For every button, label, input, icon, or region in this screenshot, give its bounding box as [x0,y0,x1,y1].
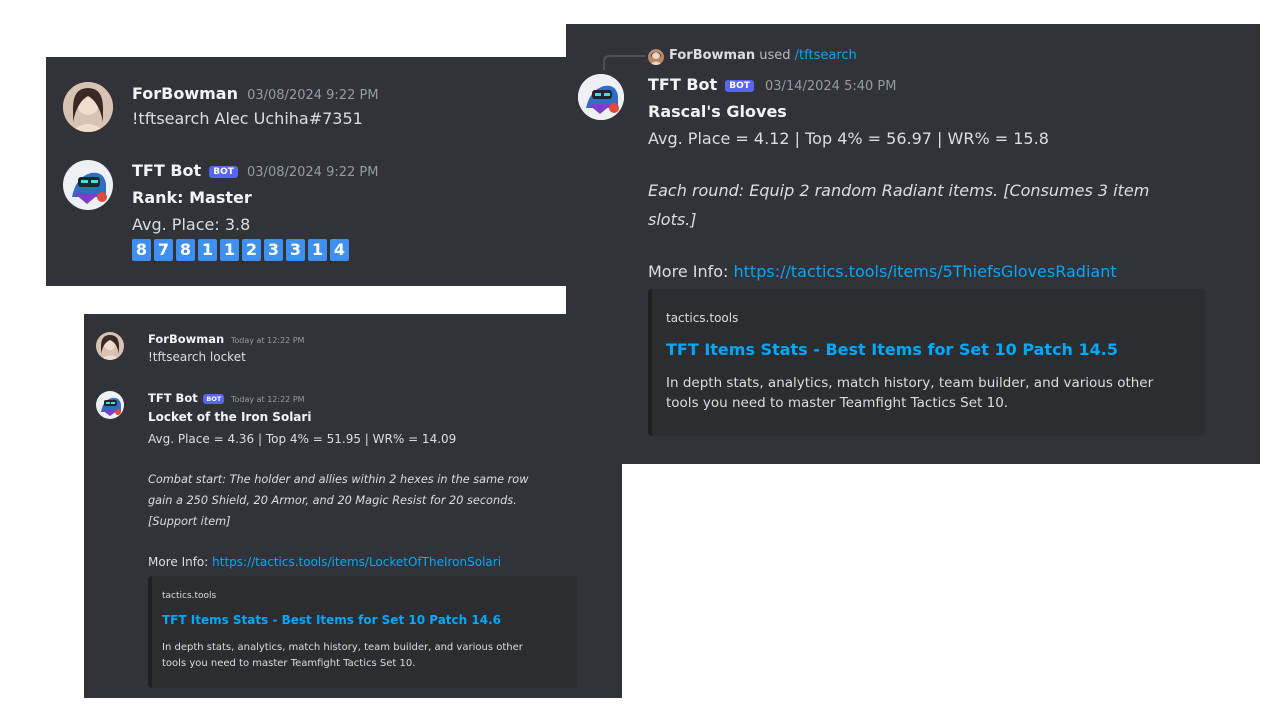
robot-avatar[interactable] [63,160,113,210]
placement-history: 8781123314 [132,239,349,261]
robot-avatar[interactable] [96,391,124,419]
message-timestamp: 03/08/2024 9:22 PM [247,165,379,180]
embed-site-name[interactable]: tactics.tools [162,591,216,601]
message-text: !tftsearch locket [148,350,246,364]
reply-username[interactable]: ForBowman [669,48,755,63]
message-timestamp: Today at 12:22 PM [230,395,305,404]
embed-title-link[interactable]: TFT Items Stats - Best Items for Set 10 … [666,340,1118,359]
item-stats: Avg. Place = 4.12 | Top 4% = 56.97 | WR%… [648,129,1049,148]
message-panel-rank-search: ForBowman 03/08/2024 9:22 PM !tftsearch … [46,57,566,286]
placement-badge: 1 [198,239,217,261]
placement-badge: 1 [220,239,239,261]
robot-avatar[interactable] [578,74,624,120]
item-name: Locket of the Iron Solari [148,410,312,424]
rank-text: Rank: Master [132,188,252,207]
bot-badge: BOT [725,79,754,92]
embed-description-line-2: tools you need to master Teamfight Tacti… [162,658,416,669]
reply-connector-icon [603,55,646,70]
item-name: Rascal's Gloves [648,102,787,121]
reply-used-text: used [759,48,791,63]
more-info-link[interactable]: https://tactics.tools/items/LocketOfTheI… [212,555,501,569]
embed-description-line-1: In depth stats, analytics, match history… [162,642,523,653]
message-timestamp: 03/08/2024 9:22 PM [247,88,379,103]
item-description-line-2: slots.] [648,210,697,229]
message-timestamp: 03/14/2024 5:40 PM [765,79,897,94]
message-timestamp: Today at 12:22 PM [230,336,305,345]
message-panel-rascals-gloves: ForBowman used /tftsearch TFT Bot BOT 03… [566,24,1260,464]
item-description-line-2: gain a 250 Shield, 20 Armor, and 20 Magi… [148,494,517,507]
embed-description-line-2: tools you need to master Teamfight Tacti… [666,395,1009,411]
user-username[interactable]: ForBowman [132,84,238,103]
item-description-line-1: Each round: Equip 2 random Radiant items… [648,181,1150,200]
bot-badge: BOT [209,165,238,178]
message-panel-locket: ForBowman Today at 12:22 PM !tftsearch l… [84,314,622,698]
bot-username[interactable]: TFT Bot [132,161,201,180]
placement-badge: 7 [154,239,173,261]
item-stats: Avg. Place = 4.36 | Top 4% = 51.95 | WR%… [148,432,457,446]
placement-badge: 4 [330,239,349,261]
reply-avatar[interactable] [648,49,664,65]
avg-place-text: Avg. Place: 3.8 [132,215,251,234]
placement-badge: 8 [132,239,151,261]
placement-badge: 8 [176,239,195,261]
placement-badge: 2 [242,239,261,261]
more-info-label: More Info: [648,262,729,281]
embed-description-line-1: In depth stats, analytics, match history… [666,375,1154,391]
reply-command-link[interactable]: /tftsearch [795,48,857,63]
embed-title-link[interactable]: TFT Items Stats - Best Items for Set 10 … [162,613,501,627]
link-embed: tactics.tools TFT Items Stats - Best Ite… [148,576,577,688]
link-embed: tactics.tools TFT Items Stats - Best Ite… [648,289,1205,436]
message-text: !tftsearch Alec Uchiha#7351 [132,109,363,128]
user-avatar[interactable] [96,332,124,360]
bot-username[interactable]: TFT Bot [148,391,198,405]
more-info-label: More Info: [148,555,209,569]
item-description-line-1: Combat start: The holder and allies with… [148,473,529,486]
user-username[interactable]: ForBowman [148,332,224,346]
placement-badge: 3 [264,239,283,261]
bot-username[interactable]: TFT Bot [648,75,717,94]
placement-badge: 1 [308,239,327,261]
item-description-line-3: [Support item] [148,515,231,528]
bot-badge: BOT [203,393,225,404]
placement-badge: 3 [286,239,305,261]
more-info-link[interactable]: https://tactics.tools/items/5ThiefsGlove… [734,262,1117,281]
embed-site-name[interactable]: tactics.tools [666,311,738,325]
user-avatar[interactable] [63,82,113,132]
